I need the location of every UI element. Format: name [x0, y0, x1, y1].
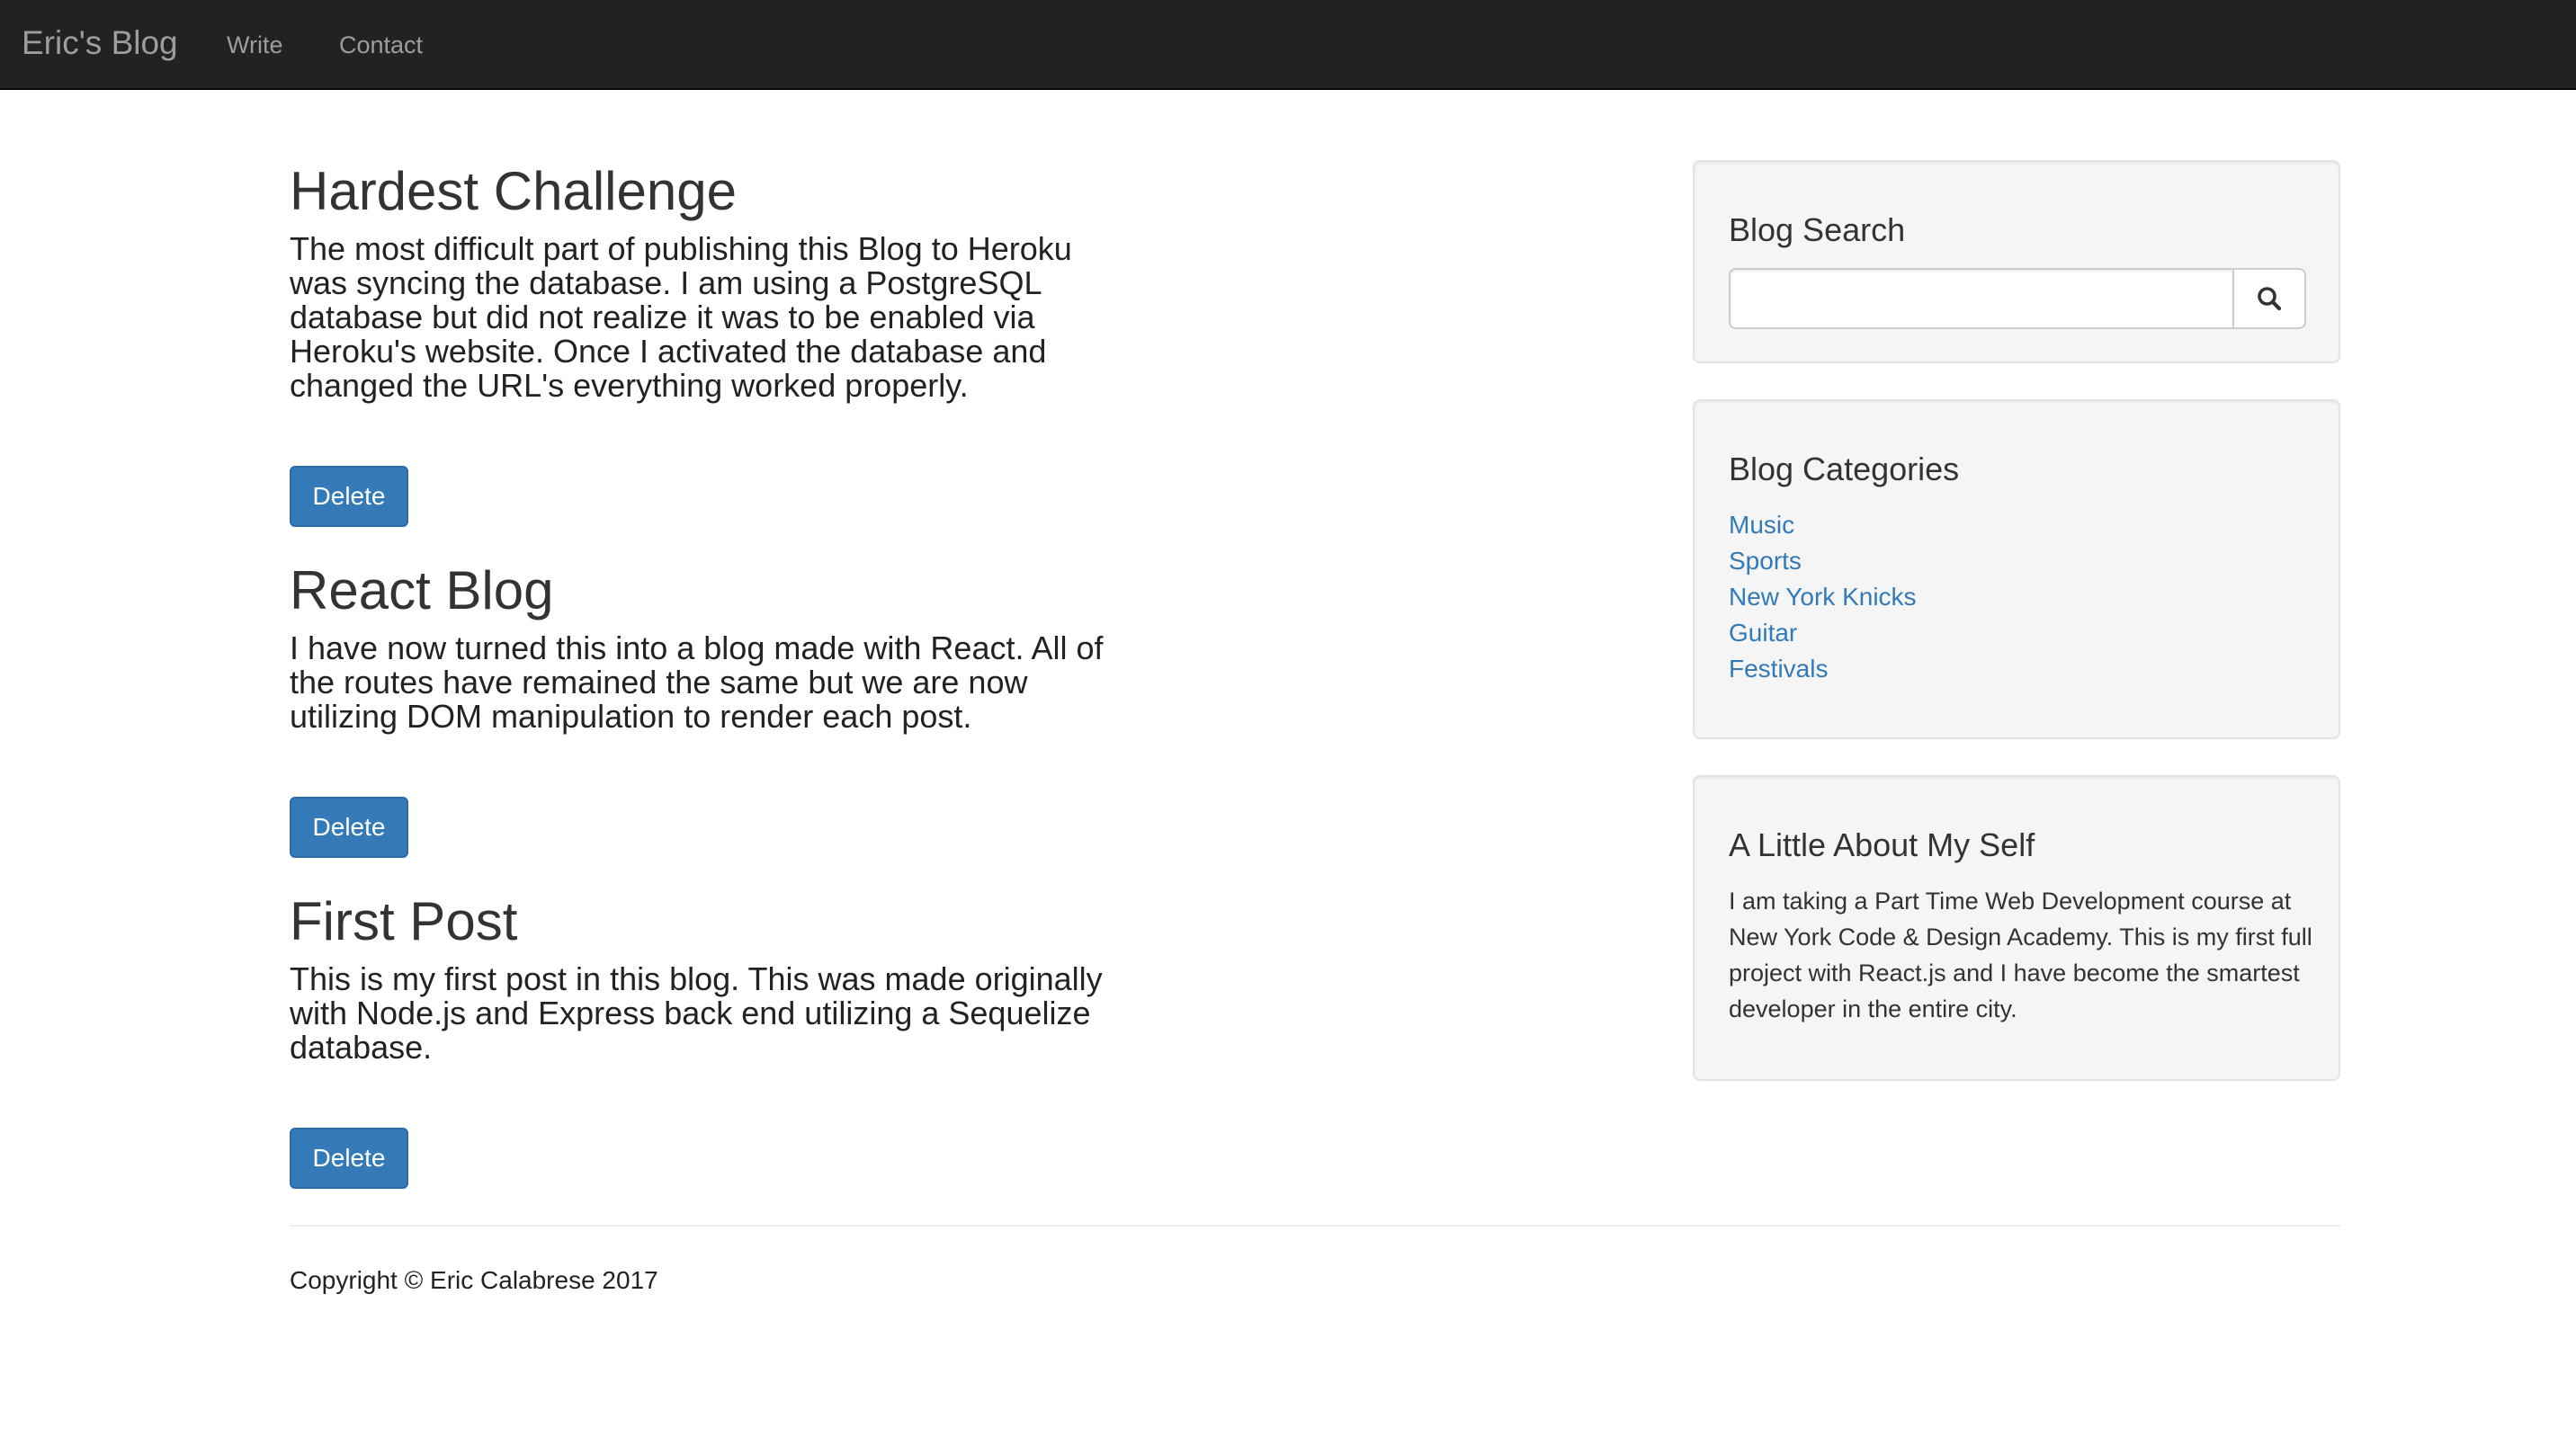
category-link-guitar[interactable]: Guitar [1729, 619, 1797, 647]
search-group [1729, 268, 2306, 329]
blog-search-title: Blog Search [1729, 211, 1906, 248]
post-title: First Post [290, 891, 518, 951]
search-button[interactable] [2232, 268, 2306, 329]
delete-button[interactable]: Delete [290, 466, 408, 527]
about-panel: A Little About My Self I am taking a Par… [1693, 775, 2340, 1081]
search-input[interactable] [1729, 268, 2234, 329]
category-link-sports[interactable]: Sports [1729, 547, 1802, 575]
list-item: New York Knicks [1729, 579, 1917, 615]
category-list: Music Sports New York Knicks Guitar Fest… [1729, 507, 1917, 687]
list-item: Sports [1729, 543, 1917, 579]
category-link-festivals[interactable]: Festivals [1729, 655, 1828, 683]
list-item: Music [1729, 507, 1917, 543]
post-title: React Blog [290, 560, 554, 620]
list-item: Guitar [1729, 615, 1917, 651]
post-react-blog: React Blog I have now turned this into a… [290, 561, 1117, 734]
post-hardest-challenge: Hardest Challenge The most difficult par… [290, 162, 1117, 403]
list-item: Festivals [1729, 651, 1917, 687]
post-title: Hardest Challenge [290, 161, 737, 221]
delete-button[interactable]: Delete [290, 1128, 408, 1189]
brand-link[interactable]: Eric's Blog [22, 20, 178, 67]
nav-link-write[interactable]: Write [227, 27, 283, 63]
category-link-new-york-knicks[interactable]: New York Knicks [1729, 583, 1917, 611]
footer-divider [290, 1225, 2340, 1227]
navbar: Eric's Blog Write Contact [0, 0, 2576, 90]
about-title: A Little About My Self [1729, 826, 2035, 863]
nav-link-contact[interactable]: Contact [339, 27, 423, 63]
category-link-music[interactable]: Music [1729, 511, 1794, 539]
post-first-post: First Post This is my first post in this… [290, 892, 1117, 1065]
post-body: This is my first post in this blog. This… [290, 960, 1103, 1066]
search-icon [2258, 287, 2282, 311]
post-body: The most difficult part of publishing th… [290, 230, 1072, 404]
blog-categories-panel: Blog Categories Music Sports New York Kn… [1693, 399, 2340, 739]
post-body: I have now turned this into a blog made … [290, 629, 1104, 735]
delete-button[interactable]: Delete [290, 797, 408, 858]
footer-copyright: Copyright © Eric Calabrese 2017 [290, 1266, 658, 1294]
about-text: I am taking a Part Time Web Development … [1729, 888, 2312, 1022]
blog-categories-title: Blog Categories [1729, 451, 1960, 487]
blog-search-panel: Blog Search [1693, 160, 2340, 363]
